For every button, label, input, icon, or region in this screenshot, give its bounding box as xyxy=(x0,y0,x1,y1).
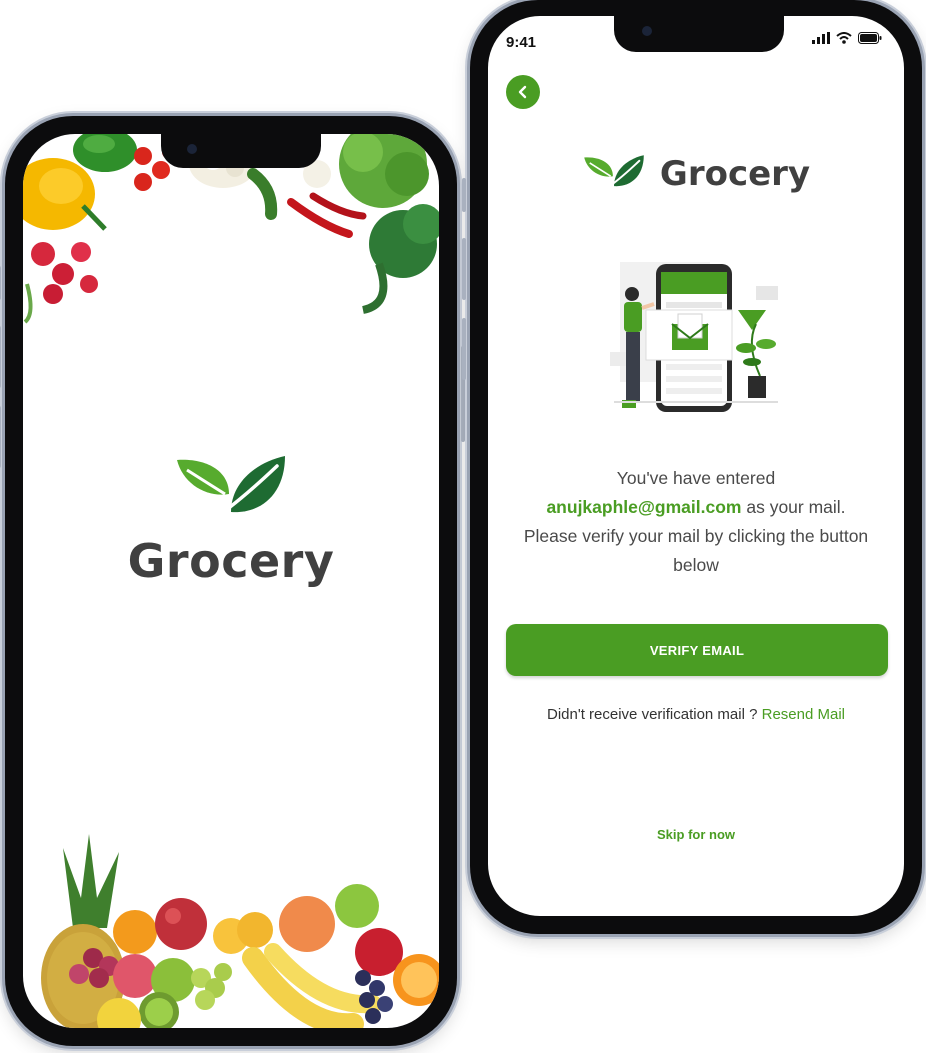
status-time: 9:41 xyxy=(506,34,537,51)
volume-up-button xyxy=(462,238,466,300)
leaf-logo-icon xyxy=(584,155,644,193)
back-button[interactable] xyxy=(506,75,540,109)
email-verification-illustration xyxy=(610,262,778,412)
wifi-icon xyxy=(836,32,852,44)
chevron-left-icon xyxy=(518,85,527,99)
resend-prompt: Didn't receive verification mail ? xyxy=(547,706,762,723)
phone-frame-verify: 9:41 Grocery You've have entered anujkap… xyxy=(462,0,922,934)
signal-icon xyxy=(812,32,830,44)
stage: Grocery 9:41 Grocery You've have entered… xyxy=(0,0,926,1053)
app-name-title: Grocery xyxy=(659,154,811,194)
verify-email-button[interactable]: VERIFY EMAIL xyxy=(506,624,888,676)
camera-icon xyxy=(187,144,197,154)
volume-down-button xyxy=(0,406,1,468)
battery-icon xyxy=(858,32,882,44)
status-icons xyxy=(812,32,882,44)
splash-logo: Grocery xyxy=(23,454,439,588)
phone-frame-splash: Grocery xyxy=(0,116,465,1046)
message-line-1: You've have entered xyxy=(616,468,776,488)
mute-switch xyxy=(0,266,1,300)
notch xyxy=(161,134,321,168)
volume-down-button xyxy=(462,318,466,380)
message-line-2-suffix: as your mail. xyxy=(741,497,846,517)
leaf-logo-icon xyxy=(177,456,285,524)
splash-screen: Grocery xyxy=(23,134,439,1028)
mute-switch xyxy=(462,178,466,212)
verify-email-screen: 9:41 Grocery You've have entered anujkap… xyxy=(488,16,904,916)
email-address: anujkaphle@gmail.com xyxy=(546,497,742,517)
app-name-title: Grocery xyxy=(127,534,335,588)
resend-mail-link[interactable]: Resend Mail xyxy=(762,706,845,723)
volume-up-button xyxy=(0,326,1,388)
notch xyxy=(614,16,784,52)
verify-logo: Grocery xyxy=(488,154,904,194)
message-line-3: Please verify your mail by clicking the … xyxy=(523,526,869,575)
fruits-image xyxy=(41,834,439,1028)
verification-message: You've have entered anujkaphle@gmail.com… xyxy=(508,464,884,580)
skip-for-now-link[interactable]: Skip for now xyxy=(488,827,904,842)
resend-row: Didn't receive verification mail ? Resen… xyxy=(488,706,904,723)
camera-icon xyxy=(642,26,652,36)
message-line-2: anujkaphle@gmail.com as your mail. xyxy=(508,493,884,522)
